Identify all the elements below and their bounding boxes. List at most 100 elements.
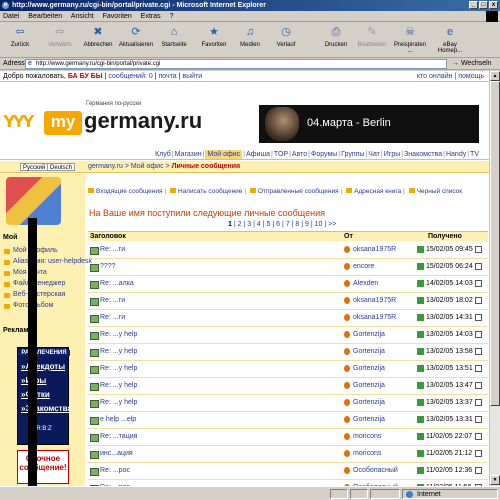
who-online-link[interactable]: кто онлайн [417,73,453,80]
breadcrumb-home[interactable]: germany.ru [88,163,123,170]
message-sender-link[interactable]: Gortenzija [344,348,385,355]
message-select-checkbox[interactable] [475,280,482,287]
folder-addressbook[interactable]: Адресная книга [354,188,401,195]
message-select-checkbox[interactable] [475,297,482,304]
page-link[interactable]: 3 [247,221,251,228]
logout-link[interactable]: выйти [182,73,202,80]
message-sender-link[interactable]: oksana1975R [344,314,396,321]
toolbar-button-4[interactable]: ⌂ Startseite [156,26,192,56]
menu-ansicht[interactable]: Ansicht [71,13,94,20]
nav-item[interactable]: Магазин [175,151,202,158]
message-subject-link[interactable]: Re: ...y help [90,382,137,391]
message-select-checkbox[interactable] [475,467,482,474]
message-sender-link[interactable]: moricons [344,450,381,457]
page-link[interactable]: 9 [305,221,309,228]
message-select-checkbox[interactable] [475,433,482,440]
menu-help[interactable]: ? [170,13,174,20]
help-link[interactable]: помощь [458,73,484,80]
mail-link[interactable]: почта [159,73,177,80]
toolbar-button-5[interactable]: ★ Favoriten [196,26,232,56]
toolbar-button-9[interactable]: ✎ Bearbeiten [354,26,390,56]
breadcrumb-office[interactable]: Мой офис [131,163,164,170]
message-subject-link[interactable]: Re: ...ги [90,246,125,255]
message-select-checkbox[interactable] [475,365,482,372]
nav-item[interactable]: Handy [446,151,466,158]
minimize-button[interactable]: _ [469,1,478,9]
message-subject-link[interactable]: Re: ...y help [90,399,137,408]
nav-item[interactable]: Клуб [155,151,171,158]
message-sender-link[interactable]: Gortenzija [344,416,385,423]
logo-site-name[interactable]: germany.ru [84,108,202,134]
ad-entertainment[interactable]: РАЗВЛЕЧЕНИЯ »Анекдоты »Игры »Фотки »Знак… [17,347,72,445]
message-select-checkbox[interactable] [475,399,482,406]
message-subject-link[interactable]: Re: ...ги [90,297,125,306]
nav-item[interactable]: Авто [292,151,307,158]
sidebar-item-mail[interactable]: Моя почта [3,269,47,276]
message-sender-link[interactable]: Особопасный [344,467,398,474]
page-link[interactable]: 8 [295,221,299,228]
message-select-checkbox[interactable] [475,314,482,321]
message-select-checkbox[interactable] [475,331,482,338]
column-subject[interactable]: Заголовок [90,232,126,242]
message-sender-link[interactable]: Gortenzija [344,399,385,406]
urgent-message-ad[interactable]: Срочное сообщение! [17,450,69,484]
maximize-button[interactable]: □ [479,1,488,9]
message-subject-link[interactable]: Re: ...алка [90,280,134,289]
message-subject-link[interactable]: e help ...elp [90,416,136,425]
message-sender-link[interactable]: Alexden [344,280,378,287]
menu-extras[interactable]: Extras [141,13,161,20]
toolbar-button-8[interactable]: ⎙ Drucken [318,26,354,56]
message-select-checkbox[interactable] [475,246,482,253]
message-subject-link[interactable]: Re: ...рос [90,467,130,476]
nav-item[interactable]: Знакомства [404,151,442,158]
message-subject-link[interactable]: Re: ...y help [90,365,137,374]
sidebar-item-alias[interactable]: Alias-Имя: user-helpdesk [3,258,92,265]
message-subject-link[interactable]: ???? [90,263,116,272]
page-link[interactable]: 10 [315,221,323,228]
toolbar-button-6[interactable]: ♫ Medien [232,26,268,56]
message-select-checkbox[interactable] [475,263,482,270]
toolbar-button-10[interactable]: ☠ Preispiraten ... [392,26,428,56]
scroll-thumb[interactable] [490,81,500,406]
message-select-checkbox[interactable] [475,382,482,389]
message-sender-link[interactable]: encore [344,263,374,270]
logo-my[interactable]: my [44,111,82,135]
address-input[interactable]: http://www.germany.ru/cgi-bin/portal/pri… [25,59,447,69]
lang-deutsch-button[interactable]: Deutsch [47,163,76,171]
lang-russian-button[interactable]: Русский [20,163,49,171]
message-select-checkbox[interactable] [475,416,482,423]
message-sender-link[interactable]: Gortenzija [344,382,385,389]
message-subject-link[interactable]: инс...ация [90,450,133,459]
close-button[interactable]: x [489,1,498,9]
nav-item[interactable]: TV [470,151,479,158]
message-sender-link[interactable]: oksana1975R [344,297,396,304]
nav-item[interactable]: TOP [274,151,288,158]
message-subject-link[interactable]: Re: ...y help [90,348,137,357]
message-select-checkbox[interactable] [475,348,482,355]
folder-compose[interactable]: Написать сообщение [178,188,242,195]
folder-sent[interactable]: Отправленные сообщения [258,188,339,195]
page-link[interactable]: >> [328,221,336,228]
scroll-up-arrow-icon[interactable]: ▲ [490,71,500,81]
message-select-checkbox[interactable] [475,450,482,457]
nav-item[interactable]: Мой офис [205,150,243,159]
message-sender-link[interactable]: oksana1975R [344,246,396,253]
page-link[interactable]: 4 [257,221,261,228]
toolbar-button-2[interactable]: ✖ Abbrechen [80,26,116,56]
message-subject-link[interactable]: Re: ...ги [90,314,125,323]
menu-bearbeiten[interactable]: Bearbeiten [28,13,62,20]
page-scrollbar[interactable]: ▲ ▼ [489,71,500,486]
toolbar-button-11[interactable]: e eBay Homep... [432,26,468,56]
folder-inbox[interactable]: Входящие сообщения [96,188,163,195]
page-link[interactable]: 5 [267,221,271,228]
column-received[interactable]: Получено [428,232,462,242]
column-from[interactable]: От [344,232,353,242]
message-subject-link[interactable]: Re: ...тация [90,433,137,442]
messages-link[interactable]: сообщений: 0 [108,73,152,80]
toolbar-button-3[interactable]: ⟳ Aktualisieren [118,26,154,56]
ad-banner[interactable]: 04.марта - Berlin [259,105,479,143]
page-link[interactable]: 2 [238,221,242,228]
nav-item[interactable]: Группы [341,151,364,158]
message-sender-link[interactable]: moricons [344,433,381,440]
page-link[interactable]: 1 [228,221,232,228]
